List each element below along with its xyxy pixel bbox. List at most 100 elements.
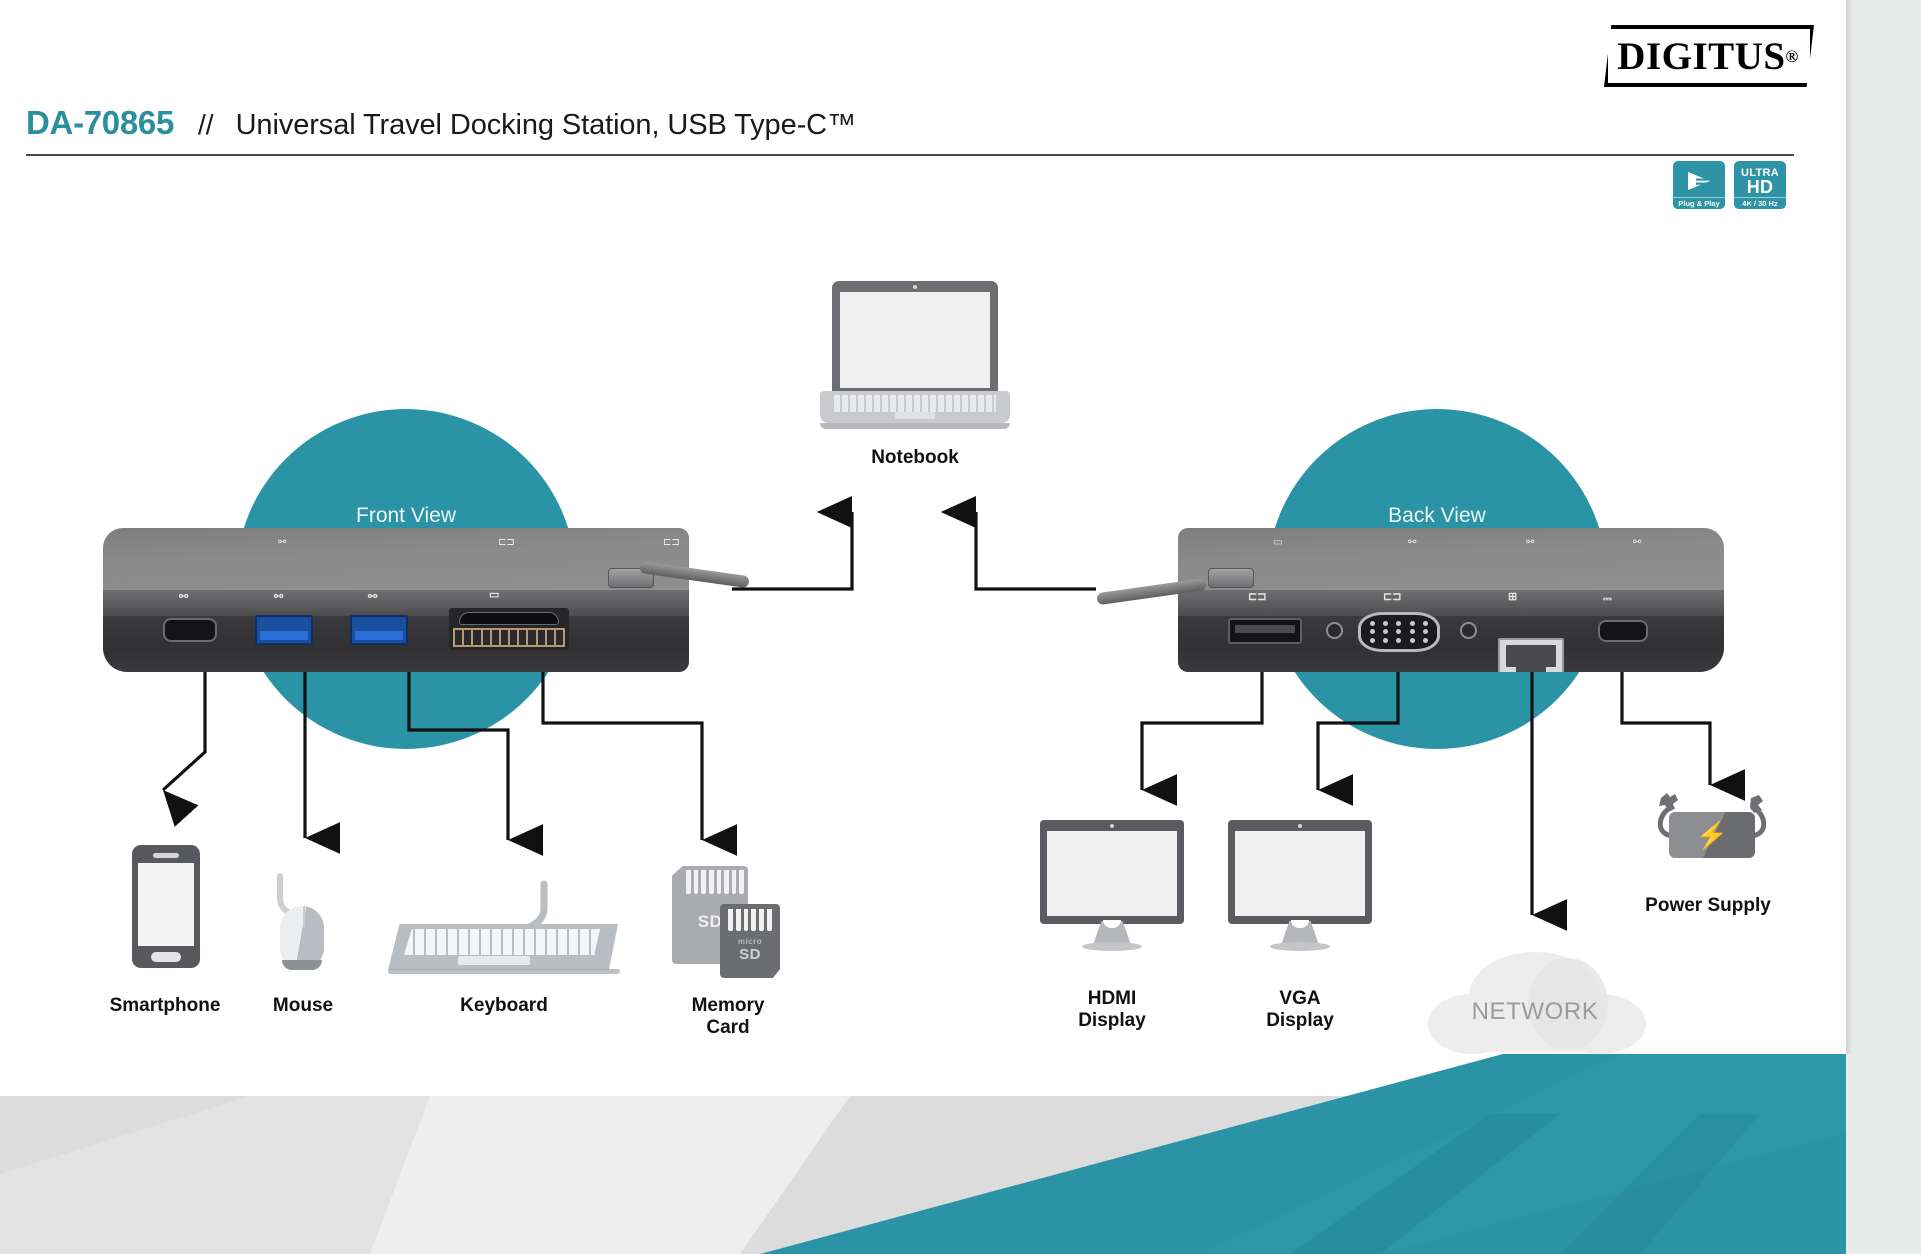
vga-display-label: VGA Display: [1190, 988, 1410, 1032]
footer-geometric-shapes: [0, 1054, 1921, 1254]
plug-and-play-badge: Plug & Play: [1673, 161, 1725, 209]
title-separator: //: [198, 109, 214, 140]
notebook-camera-icon: [913, 285, 917, 289]
vga-display-label-line2: Display: [1266, 1010, 1334, 1031]
notebook-label: Notebook: [871, 447, 959, 468]
power-connector-icon: [1750, 795, 1763, 813]
notebook-touchpad: [895, 412, 935, 419]
keyboard-label: Keyboard: [460, 995, 548, 1016]
usb-icon: ⚯: [1408, 537, 1417, 548]
notebook-base: [820, 391, 1010, 423]
power-supply-device: ⚡: [1645, 790, 1779, 882]
footer-decoration: [0, 1054, 1921, 1254]
vga-display-device: [1228, 820, 1372, 954]
usb-icon: ⚯: [368, 591, 378, 603]
power-icon: ⎓: [1603, 593, 1612, 605]
mouse-body: [280, 906, 324, 968]
play-arrow-icon: [1673, 164, 1725, 197]
smartphone-home-button: [151, 952, 181, 962]
ultra-hd-line2: HD: [1746, 177, 1774, 197]
microsd-slot[interactable]: [458, 612, 560, 625]
rj45-port[interactable]: [1498, 638, 1564, 672]
vga-port[interactable]: [1358, 612, 1440, 652]
dock-back-view: ▭ ⚯ ⚯ ⚯ ⊏⊐ ⊏⊐ ⊞ ⎓: [1178, 528, 1724, 672]
vga-screw-left: [1326, 622, 1343, 639]
title-divider: [26, 154, 1794, 156]
logo-wordmark: DIGITUS ®: [1604, 25, 1814, 87]
front-view-label: Front View: [356, 504, 456, 527]
hdmi-display-label-line1: HDMI: [1087, 988, 1137, 1009]
dock-front-view: ⚯ ⊏⊐ ⊏⊐ ⚯ ⚯ ⚯ ▭: [103, 528, 689, 672]
usb-icon: ⚯: [1633, 537, 1642, 548]
vga-pins: [1366, 620, 1432, 644]
hdmi-display-camera-icon: [1110, 824, 1114, 828]
hdmi-display-frame: [1040, 820, 1184, 924]
usb-c-power-port[interactable]: [1598, 620, 1648, 642]
lightning-bolt-icon: ⚡: [1695, 820, 1729, 850]
vga-display-camera-icon: [1298, 824, 1302, 828]
dock-back-top-surface: [1178, 528, 1724, 590]
digitus-logo: DIGITUS ®: [1604, 25, 1814, 87]
sd-card-pins: [686, 870, 744, 894]
notebook-lid: [832, 281, 998, 393]
microsd-card-pins: [728, 909, 772, 931]
smartphone-screen: [138, 863, 194, 946]
mouse-button-split: [303, 906, 305, 928]
power-supply-label: Power Supply: [1645, 895, 1771, 916]
network-cloud: NETWORK: [1418, 948, 1652, 1054]
sd-slot-pins: [453, 628, 565, 647]
hdmi-display-stand-foot: [1082, 942, 1142, 951]
microsd-card-label: SD: [739, 946, 761, 963]
notebook-screen: [840, 292, 990, 388]
card-reader-slot[interactable]: [449, 608, 569, 650]
mouse-label: Mouse: [272, 995, 334, 1016]
usb-3-port-2[interactable]: [350, 615, 408, 645]
keyboard-keys: [404, 929, 600, 955]
display-icon: ⊏⊐: [663, 537, 680, 548]
product-name: Universal Travel Docking Station, USB Ty…: [235, 109, 856, 141]
keyboard-shadow: [388, 969, 620, 974]
notebook-keyboard: [834, 395, 996, 412]
sd-card-icon: ▭: [1273, 537, 1283, 548]
keyboard-spacebar: [458, 956, 530, 965]
usb-c-port[interactable]: [163, 618, 217, 642]
memory-card-label: Memory Card: [618, 995, 838, 1039]
logo-wordmark-text: DIGITUS: [1617, 34, 1786, 78]
mouse-device: [268, 873, 338, 970]
page-title: DA-70865 // Universal Travel Docking Sta…: [26, 104, 856, 142]
logo-registered-icon: ®: [1785, 46, 1799, 66]
hdmi-icon: ⊏⊐: [498, 537, 515, 548]
usb-3-port-1[interactable]: [255, 615, 313, 645]
feature-badges: Plug & Play ULTRA HD 4K / 30 Hz: [1673, 161, 1786, 209]
memory-card-device: SD micro SD: [672, 860, 784, 982]
display-icon: ⊏⊐: [1383, 591, 1402, 603]
product-sku: DA-70865: [26, 104, 175, 141]
hdmi-display-screen: [1047, 831, 1177, 916]
smartphone-device: [132, 845, 200, 968]
hdmi-display-label: HDMI Display: [1002, 988, 1222, 1032]
smartphone-speaker-icon: [153, 853, 179, 858]
network-label: NETWORK: [1471, 998, 1599, 1025]
power-supply-brick: ⚡: [1669, 812, 1755, 858]
hdmi-display-device: [1040, 820, 1184, 954]
microsd-prefix-label: micro: [737, 937, 763, 946]
power-plug-icon: [1659, 793, 1678, 811]
notebook-device: [820, 281, 1010, 431]
microsd-card: micro SD: [720, 904, 780, 978]
smartphone-body: [132, 845, 200, 968]
network-icon: ⊞: [1508, 591, 1518, 603]
vga-display-frame: [1228, 820, 1372, 924]
usb-icon: ⚯: [179, 591, 189, 603]
ultra-hd-caption: 4K / 30 Hz: [1734, 197, 1786, 209]
keyboard-device: [388, 880, 620, 974]
usb-icon: ⚯: [1526, 537, 1535, 548]
notebook-foot: [820, 423, 1010, 429]
usb-icon: ⚯: [274, 591, 284, 603]
memory-card-label-line1: Memory: [691, 995, 765, 1016]
keyboard-body: [388, 924, 618, 970]
hdmi-port[interactable]: [1228, 618, 1302, 644]
dock-front-bevel: [103, 590, 689, 618]
back-view-label: Back View: [1388, 504, 1486, 527]
vga-display-stand-foot: [1270, 942, 1330, 951]
hdmi-display-label-line2: Display: [1078, 1010, 1146, 1031]
